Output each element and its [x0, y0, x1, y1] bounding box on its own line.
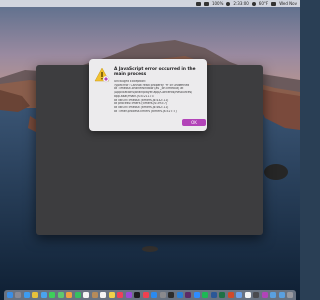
podcasts-icon[interactable]	[125, 292, 132, 298]
folder-icon[interactable]	[270, 292, 277, 298]
launchpad-icon[interactable]	[15, 292, 22, 298]
photos-icon[interactable]	[66, 292, 73, 298]
tv-icon[interactable]	[134, 292, 141, 298]
textedit-icon[interactable]	[244, 292, 251, 298]
mail-icon[interactable]	[40, 292, 47, 298]
powerpoint-icon[interactable]	[227, 292, 234, 298]
calendar-icon[interactable]	[83, 292, 90, 298]
menubar-date[interactable]: Wed Nov	[279, 0, 297, 7]
weather-icon[interactable]	[251, 1, 256, 6]
downloads-icon[interactable]	[278, 292, 285, 298]
ok-button[interactable]: OK	[182, 119, 206, 126]
contacts-icon[interactable]	[91, 292, 98, 298]
notes-icon[interactable]	[108, 292, 115, 298]
messages-icon[interactable]	[49, 292, 56, 298]
alert-message: Uncaught Exception: TypeError: Cannot re…	[114, 80, 202, 113]
battery-icon[interactable]	[203, 1, 209, 6]
wifi-icon[interactable]	[195, 1, 201, 6]
clock-icon[interactable]	[226, 1, 231, 6]
finder-icon[interactable]	[7, 292, 13, 298]
zoom-icon[interactable]	[193, 292, 200, 298]
terminal-icon[interactable]	[168, 292, 175, 298]
slack-icon[interactable]	[185, 292, 192, 298]
chrome-icon[interactable]	[32, 292, 39, 298]
trash-icon[interactable]	[286, 292, 293, 298]
maps-icon[interactable]	[57, 292, 64, 298]
spotify-icon[interactable]	[202, 292, 209, 298]
word-icon[interactable]	[210, 292, 217, 298]
alert-message-line: at Timer.processTimers (timers.js:527:7)	[114, 109, 177, 113]
safari-icon[interactable]	[23, 292, 30, 298]
news-icon[interactable]	[142, 292, 149, 298]
battery-percent[interactable]: 100%	[212, 0, 223, 7]
timer-readout[interactable]: 2:33:00	[233, 0, 248, 7]
appstore-icon[interactable]	[151, 292, 158, 298]
dock	[4, 290, 296, 300]
vscode-icon[interactable]	[176, 292, 183, 298]
activity-monitor-icon[interactable]	[253, 292, 260, 298]
brainplayer-icon[interactable]	[261, 292, 268, 298]
music-icon[interactable]	[117, 292, 124, 298]
facetime-icon[interactable]	[74, 292, 81, 298]
warning-triangle-icon	[94, 67, 110, 83]
settings-icon[interactable]	[159, 292, 166, 298]
control-center-icon[interactable]	[271, 1, 277, 6]
alert-title: A JavaScript error occurred in the main …	[114, 67, 196, 78]
weather-temp[interactable]: 60°F	[259, 0, 268, 7]
reminders-icon[interactable]	[100, 292, 107, 298]
excel-icon[interactable]	[219, 292, 226, 298]
preview-icon[interactable]	[236, 292, 243, 298]
menu-bar: 100% 2:33:00 60°F Wed Nov	[0, 0, 300, 7]
